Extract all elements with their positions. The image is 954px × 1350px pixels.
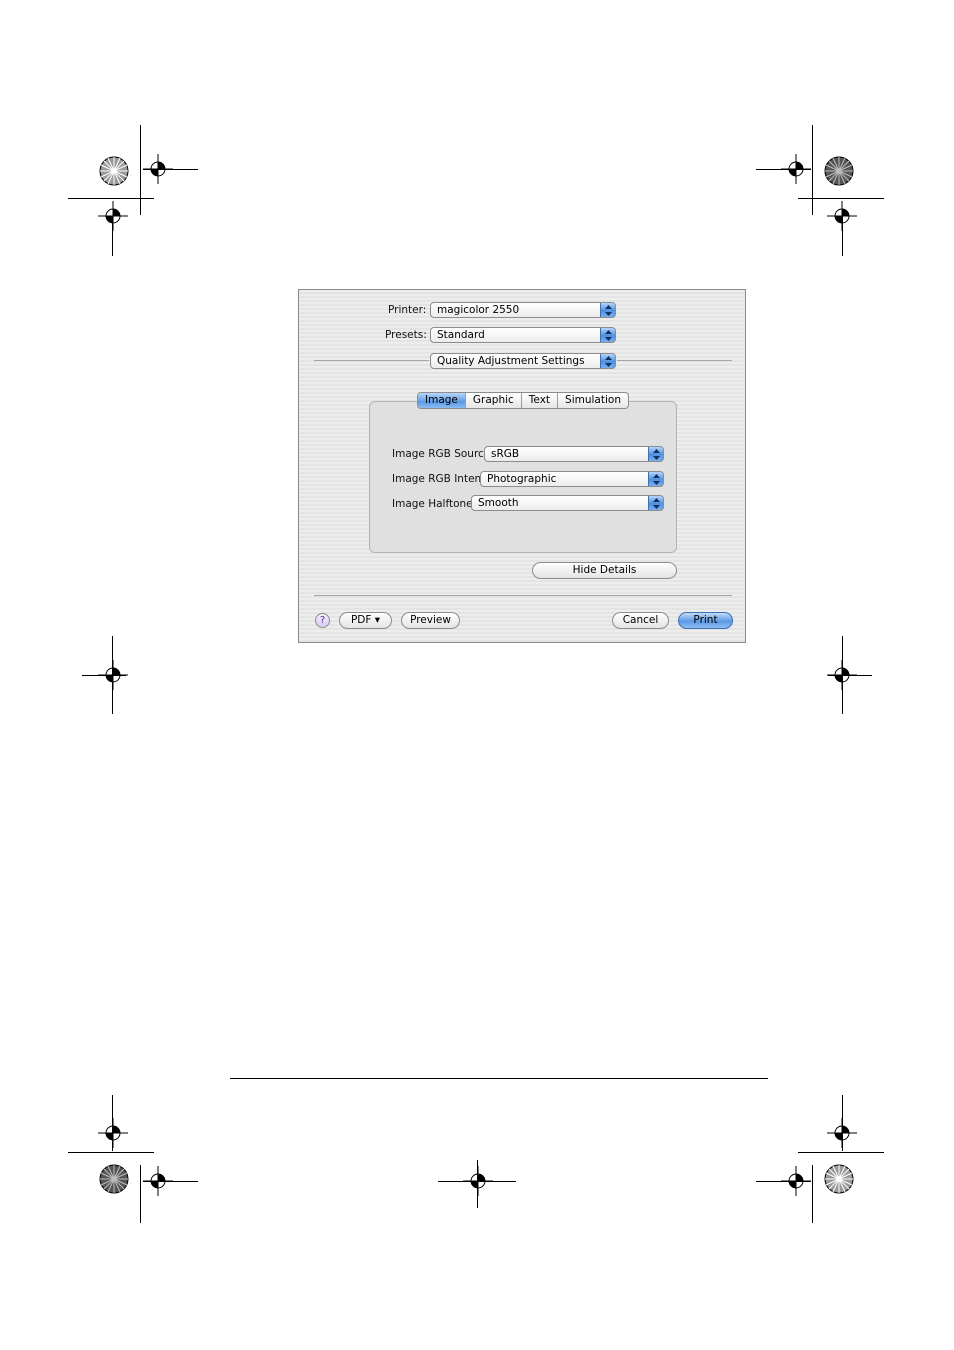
image-rgb-intent-value: Photographic <box>487 473 557 485</box>
presets-value: Standard <box>437 329 485 341</box>
pdf-button[interactable]: PDF ▾ <box>339 612 392 629</box>
cancel-button[interactable]: Cancel <box>612 612 669 629</box>
up-down-arrows-icon <box>600 303 615 317</box>
crop-line <box>112 216 113 256</box>
presets-popup[interactable]: Standard <box>430 327 616 343</box>
separator <box>314 360 429 361</box>
star-target-icon <box>99 1164 129 1194</box>
tab-bar: Image Graphic Text Simulation <box>417 392 629 409</box>
image-rgb-source-label: Image RGB Source: <box>392 448 494 460</box>
preview-button[interactable]: Preview <box>401 612 460 629</box>
crop-line <box>798 1152 884 1153</box>
crop-line <box>143 1181 198 1182</box>
crop-line <box>756 1181 811 1182</box>
separator <box>617 360 732 361</box>
crop-line <box>143 169 198 170</box>
panel-popup[interactable]: Quality Adjustment Settings <box>430 353 616 369</box>
crop-line <box>477 1160 478 1208</box>
print-button[interactable]: Print <box>678 612 733 629</box>
tab-graphic[interactable]: Graphic <box>464 393 521 408</box>
crop-line <box>68 198 154 199</box>
image-halftone-label: Image Halftone: <box>392 498 477 510</box>
crop-line <box>756 169 811 170</box>
crop-line <box>828 675 872 676</box>
crop-line <box>82 675 126 676</box>
tab-text[interactable]: Text <box>520 393 557 408</box>
crop-line <box>68 1152 154 1153</box>
star-target-icon <box>824 1164 854 1194</box>
print-dialog: Printer: magicolor 2550 Presets: Standar… <box>298 289 746 643</box>
tab-simulation[interactable]: Simulation <box>557 393 628 408</box>
crop-line <box>842 1095 843 1151</box>
panel-value: Quality Adjustment Settings <box>437 355 585 367</box>
presets-label: Presets: <box>385 329 427 341</box>
tab-image[interactable]: Image <box>418 393 465 408</box>
up-down-arrows-icon <box>600 328 615 342</box>
crop-line <box>140 125 141 215</box>
image-rgb-intent-label: Image RGB Intent: <box>392 473 489 485</box>
up-down-arrows-icon <box>600 354 615 368</box>
image-halftone-value: Smooth <box>478 497 519 509</box>
up-down-arrows-icon <box>648 447 663 461</box>
image-halftone-popup[interactable]: Smooth <box>471 495 664 511</box>
crop-line <box>842 216 843 256</box>
separator <box>314 595 732 596</box>
crop-line <box>140 1165 141 1223</box>
printer-value: magicolor 2550 <box>437 304 520 316</box>
crop-line <box>812 1165 813 1223</box>
crop-line <box>112 1095 113 1151</box>
printer-popup[interactable]: magicolor 2550 <box>430 302 616 318</box>
printer-label: Printer: <box>388 304 427 316</box>
registration-mark-icon <box>98 1118 128 1148</box>
up-down-arrows-icon <box>648 472 663 486</box>
up-down-arrows-icon <box>648 496 663 510</box>
registration-mark-icon <box>98 201 128 231</box>
hide-details-button[interactable]: Hide Details <box>532 562 677 579</box>
image-rgb-source-value: sRGB <box>491 448 520 460</box>
star-target-icon <box>99 156 129 186</box>
star-target-icon <box>824 156 854 186</box>
help-icon[interactable]: ? <box>315 613 330 628</box>
image-rgb-intent-popup[interactable]: Photographic <box>480 471 664 487</box>
crop-line <box>812 125 813 215</box>
footer-rule <box>230 1078 768 1079</box>
crop-line <box>798 198 884 199</box>
image-rgb-source-popup[interactable]: sRGB <box>484 446 664 462</box>
